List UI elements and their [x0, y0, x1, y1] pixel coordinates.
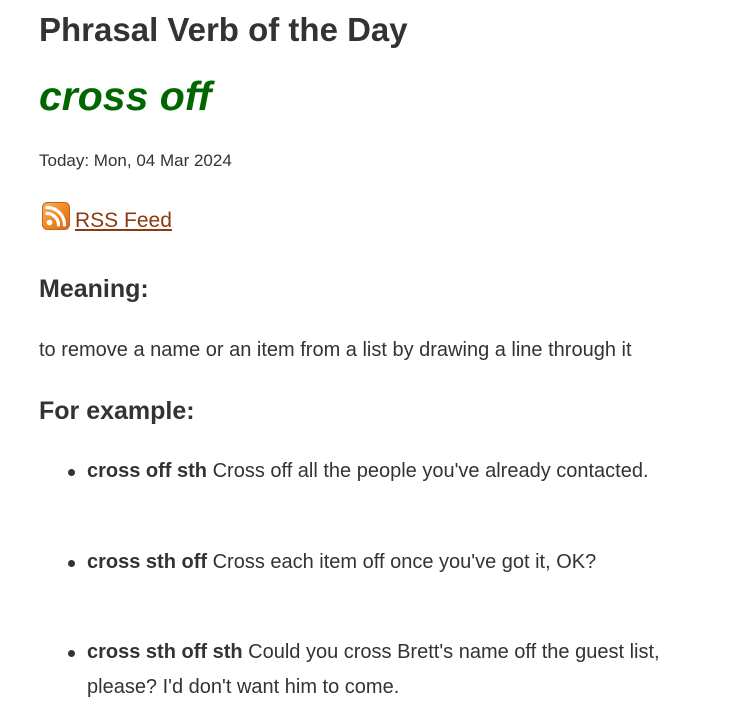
meaning-heading: Meaning: [39, 275, 149, 303]
rss-feed-link[interactable]: RSS Feed [75, 208, 172, 234]
example-item: cross off sth Cross off all the people y… [68, 454, 727, 489]
meaning-text: to remove a name or an item from a list … [39, 339, 632, 361]
today-date: Today: Mon, 04 Mar 2024 [39, 151, 232, 170]
example-item: cross sth off Cross each item off once y… [68, 545, 727, 580]
example-item: cross sth off sth Could you cross Brett'… [68, 635, 727, 705]
rss-feed-icon[interactable] [42, 202, 70, 230]
example-pattern: cross sth off sth [87, 641, 243, 663]
example-pattern: cross off sth [87, 460, 208, 482]
example-sentence: Cross off all the people you've already … [212, 460, 649, 482]
example-sentence: Cross each item off once you've got it, … [212, 551, 597, 573]
page-title: Phrasal Verb of the Day [39, 11, 408, 48]
example-pattern: cross sth off [87, 551, 208, 573]
examples-heading: For example: [39, 397, 195, 425]
rss-feed-row: RSS Feed [42, 202, 172, 234]
phrasal-verb-title: cross off [39, 73, 212, 119]
rss-feed-icon-graphic [42, 202, 70, 230]
